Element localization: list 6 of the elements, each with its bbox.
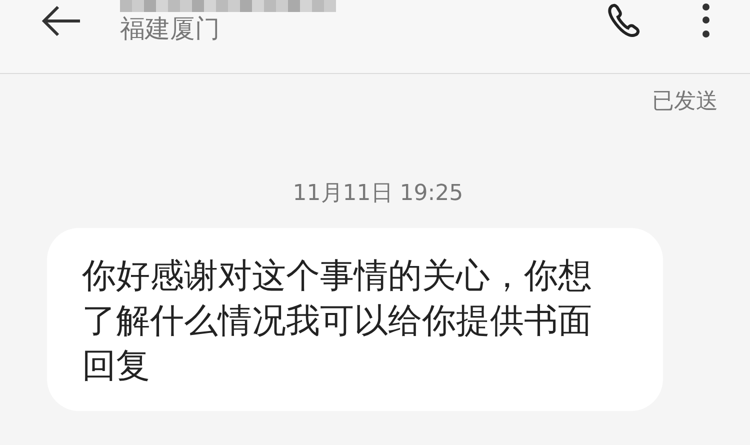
contact-location: 福建厦门 — [120, 14, 221, 44]
message-bubble: 你好感谢对这个事情的关心，你想了解什么情况我可以给你提供书面回复 — [47, 228, 663, 411]
more-options-icon[interactable] — [702, 3, 710, 39]
sent-status: 已发送 — [652, 88, 718, 116]
message-timestamp: 11月11日 19:25 — [292, 181, 464, 206]
back-button[interactable] — [40, 4, 82, 38]
